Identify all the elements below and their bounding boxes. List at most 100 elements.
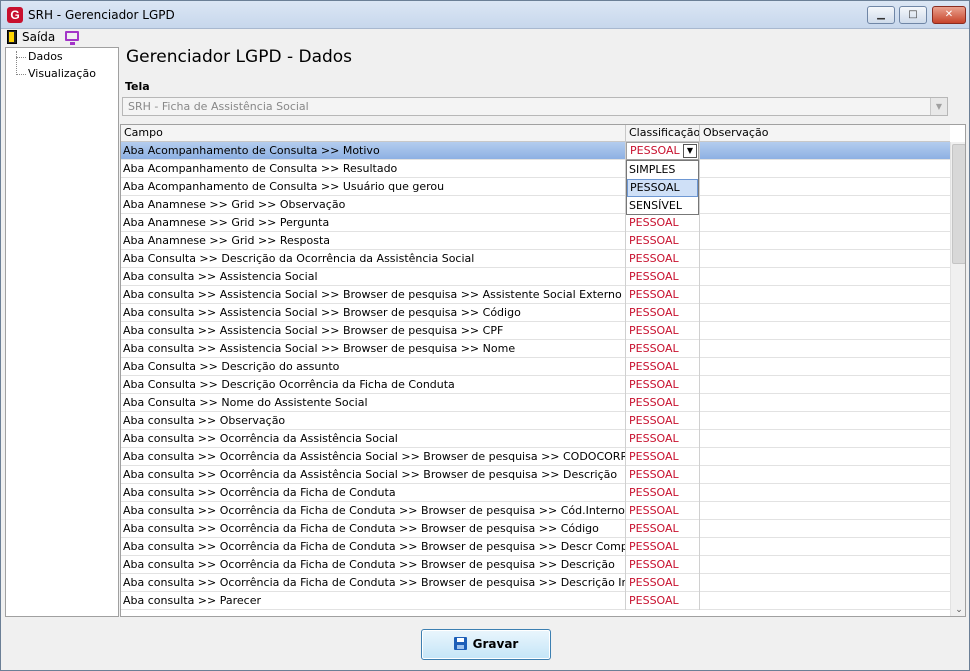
monitor-icon[interactable] (65, 31, 79, 45)
table-row[interactable]: Aba consulta >> Ocorrência da Ficha de C… (121, 574, 950, 592)
dropdown-option-pessoal[interactable]: PESSOAL (627, 179, 698, 197)
dropdown-arrow-icon[interactable]: ▼ (683, 144, 697, 158)
table-row[interactable]: Aba consulta >> Observação PESSOAL (121, 412, 950, 430)
cell-observacao[interactable] (700, 232, 950, 250)
table-row[interactable]: Aba consulta >> Ocorrência da Ficha de C… (121, 502, 950, 520)
maximize-button[interactable]: □ (899, 6, 927, 24)
cell-classificacao[interactable]: PESSOAL (626, 556, 700, 574)
table-row[interactable]: Aba consulta >> Ocorrência da Assistênci… (121, 466, 950, 484)
cell-observacao[interactable] (700, 484, 950, 502)
cell-classificacao[interactable]: PESSOAL (626, 448, 700, 466)
tree-item-visualizacao[interactable]: Visualização (28, 67, 96, 80)
cell-classificacao[interactable]: PESSOAL (626, 412, 700, 430)
cell-observacao[interactable] (700, 304, 950, 322)
cell-classificacao[interactable]: PESSOAL (626, 214, 700, 232)
cell-classificacao[interactable]: PESSOAL (626, 502, 700, 520)
dropdown-option-sensivel[interactable]: SENSÍVEL (627, 197, 698, 215)
minimize-button[interactable]: ▁ (867, 6, 895, 24)
table-row[interactable]: Aba Consulta >> Descrição da Ocorrência … (121, 250, 950, 268)
cell-observacao[interactable] (700, 592, 950, 610)
column-header-observacao[interactable]: Observação (700, 125, 950, 142)
dropdown-option-simples[interactable]: SIMPLES (627, 161, 698, 179)
cell-observacao[interactable] (700, 142, 950, 160)
cell-observacao[interactable] (700, 178, 950, 196)
table-row[interactable]: Aba consulta >> Assistencia Social PESSOA… (121, 268, 950, 286)
page-title: Gerenciador LGPD - Dados (126, 47, 353, 67)
table-row[interactable]: Aba Consulta >> Descrição Ocorrência da … (121, 376, 950, 394)
exit-door-icon[interactable] (7, 30, 17, 44)
cell-campo: Aba consulta >> Ocorrência da Ficha de C… (121, 556, 626, 574)
data-grid: Campo Classificação Observação Aba Acomp… (120, 124, 966, 617)
cell-classificacao[interactable]: PESSOAL (626, 574, 700, 592)
cell-classificacao[interactable]: PESSOAL (626, 394, 700, 412)
cell-classificacao[interactable]: PESSOAL (626, 538, 700, 556)
table-row[interactable]: Aba consulta >> Ocorrência da Ficha de C… (121, 520, 950, 538)
cell-classificacao[interactable]: PESSOAL (626, 484, 700, 502)
table-row[interactable]: Aba Acompanhamento de Consulta >> Motivo… (121, 142, 950, 160)
cell-classificacao[interactable]: PESSOAL (626, 466, 700, 484)
cell-observacao[interactable] (700, 394, 950, 412)
cell-observacao[interactable] (700, 196, 950, 214)
scrollbar-thumb[interactable] (952, 144, 965, 264)
cell-classificacao[interactable]: PESSOAL (626, 358, 700, 376)
cell-observacao[interactable] (700, 322, 950, 340)
table-row[interactable]: Aba consulta >> Ocorrência da Ficha de C… (121, 538, 950, 556)
tela-select[interactable]: SRH - Ficha de Assistência Social ▼ (122, 97, 948, 116)
cell-observacao[interactable] (700, 412, 950, 430)
cell-observacao[interactable] (700, 556, 950, 574)
table-row[interactable]: Aba consulta >> Parecer PESSOAL (121, 592, 950, 610)
vertical-scrollbar[interactable]: ⌄ (950, 142, 965, 616)
cell-classificacao[interactable]: PESSOAL (626, 340, 700, 358)
table-row[interactable]: Aba consulta >> Ocorrência da Ficha de C… (121, 484, 950, 502)
cell-observacao[interactable] (700, 466, 950, 484)
cell-observacao[interactable] (700, 250, 950, 268)
table-row[interactable]: Aba Acompanhamento de Consulta >> Result… (121, 160, 950, 178)
cell-classificacao[interactable]: PESSOAL (626, 304, 700, 322)
table-row[interactable]: Aba consulta >> Ocorrência da Assistênci… (121, 448, 950, 466)
cell-classificacao[interactable]: PESSOAL (626, 376, 700, 394)
table-row[interactable]: Aba consulta >> Ocorrência da Ficha de C… (121, 556, 950, 574)
cell-classificacao[interactable]: PESSOAL (626, 286, 700, 304)
cell-observacao[interactable] (700, 340, 950, 358)
table-row[interactable]: Aba Consulta >> Nome do Assistente Socia… (121, 394, 950, 412)
cell-observacao[interactable] (700, 268, 950, 286)
cell-observacao[interactable] (700, 538, 950, 556)
scroll-down-icon[interactable]: ⌄ (953, 605, 965, 615)
cell-observacao[interactable] (700, 430, 950, 448)
cell-observacao[interactable] (700, 502, 950, 520)
cell-observacao[interactable] (700, 448, 950, 466)
table-row[interactable]: Aba Acompanhamento de Consulta >> Usuári… (121, 178, 950, 196)
table-row[interactable]: Aba Anamnese >> Grid >> Resposta PESSOAL (121, 232, 950, 250)
column-header-classificacao[interactable]: Classificação (626, 125, 700, 142)
menu-exit[interactable]: Saída (22, 30, 55, 44)
table-row[interactable]: Aba Anamnese >> Grid >> Observação (121, 196, 950, 214)
table-row[interactable]: Aba consulta >> Assistencia Social >> Br… (121, 286, 950, 304)
title-bar[interactable]: G SRH - Gerenciador LGPD ▁ □ ✕ (1, 1, 969, 29)
cell-observacao[interactable] (700, 358, 950, 376)
table-row[interactable]: Aba consulta >> Assistencia Social >> Br… (121, 340, 950, 358)
classification-editor[interactable]: PESSOAL ▼ (626, 142, 699, 160)
close-button[interactable]: ✕ (932, 6, 966, 24)
column-header-campo[interactable]: Campo (121, 125, 626, 142)
cell-classificacao[interactable]: PESSOAL (626, 250, 700, 268)
table-row[interactable]: Aba consulta >> Ocorrência da Assistênci… (121, 430, 950, 448)
cell-classificacao[interactable]: PESSOAL (626, 232, 700, 250)
table-row[interactable]: Aba Anamnese >> Grid >> Pergunta PESSOAL (121, 214, 950, 232)
cell-observacao[interactable] (700, 160, 950, 178)
cell-classificacao[interactable]: PESSOAL (626, 322, 700, 340)
table-row[interactable]: Aba consulta >> Assistencia Social >> Br… (121, 322, 950, 340)
cell-observacao[interactable] (700, 520, 950, 538)
save-button[interactable]: Gravar (421, 629, 551, 660)
cell-classificacao[interactable]: PESSOAL (626, 430, 700, 448)
cell-observacao[interactable] (700, 214, 950, 232)
cell-classificacao[interactable]: PESSOAL (626, 520, 700, 538)
cell-classificacao[interactable]: PESSOAL (626, 268, 700, 286)
cell-classificacao[interactable]: PESSOAL (626, 592, 700, 610)
table-row[interactable]: Aba consulta >> Assistencia Social >> Br… (121, 304, 950, 322)
table-row[interactable]: Aba Consulta >> Descrição do assunto PESS… (121, 358, 950, 376)
cell-observacao[interactable] (700, 376, 950, 394)
cell-observacao[interactable] (700, 574, 950, 592)
chevron-down-icon[interactable]: ▼ (930, 98, 947, 115)
cell-observacao[interactable] (700, 286, 950, 304)
tree-item-dados[interactable]: Dados (28, 50, 63, 63)
